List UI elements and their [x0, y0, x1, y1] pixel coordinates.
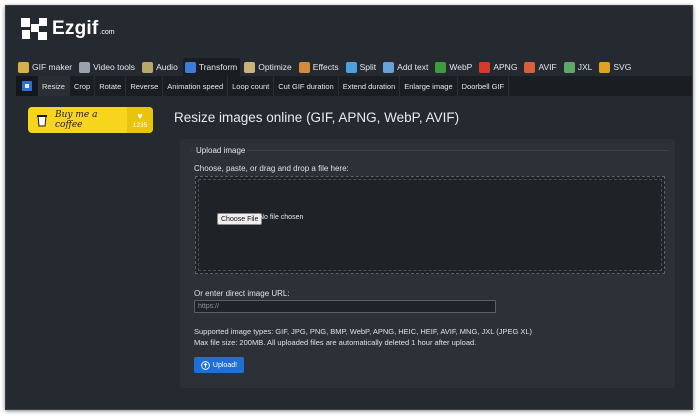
- subnav-item-loop-count[interactable]: Loop count: [228, 76, 275, 96]
- nav-item-label: AVIF: [538, 62, 557, 72]
- nav-item-label: Optimize: [258, 62, 292, 72]
- page-title: Resize images online (GIF, APNG, WebP, A…: [174, 110, 460, 125]
- upload-panel: Upload image Choose, paste, or drag and …: [180, 139, 675, 388]
- subnav-item-enlarge-image[interactable]: Enlarge image: [400, 76, 458, 96]
- add-text-icon: [383, 61, 395, 73]
- nav-item-video-tools[interactable]: Video tools: [77, 58, 138, 76]
- url-label: Or enter direct image URL:: [194, 289, 290, 298]
- brand-tld: .com: [99, 28, 115, 36]
- ezgif-logo-icon: [19, 16, 49, 42]
- nav-item-audio[interactable]: Audio: [140, 58, 181, 76]
- drop-zone[interactable]: Choose File No file chosen: [195, 176, 665, 274]
- subnav-item-resize[interactable]: Resize: [38, 76, 70, 96]
- coffee-cup-icon: [35, 113, 49, 127]
- image-url-input[interactable]: [194, 300, 496, 313]
- drop-zone-inner: [198, 179, 662, 271]
- nav-item-label: Add text: [397, 62, 429, 72]
- nav-item-label: Video tools: [93, 62, 136, 72]
- nav-item-label: APNG: [493, 62, 518, 72]
- nav-item-label: GIF maker: [32, 62, 73, 72]
- coffee-count: 1235: [132, 121, 148, 129]
- webp-icon: [435, 61, 447, 73]
- audio-icon: [142, 61, 154, 73]
- upload-legend: Upload image: [194, 146, 248, 155]
- subnav-item-extend-duration[interactable]: Extend duration: [339, 76, 401, 96]
- gif-maker-icon: [18, 61, 29, 73]
- avif-icon: [524, 61, 536, 73]
- heart-icon: ♥: [137, 110, 143, 121]
- brand-name: Ezgif: [52, 18, 99, 39]
- choose-file-label: Choose, paste, or drag and drop a file h…: [194, 164, 349, 173]
- split-icon: [345, 61, 357, 73]
- nav-item-split[interactable]: Split: [344, 58, 380, 76]
- upload-button[interactable]: Upload!: [194, 357, 244, 373]
- supported-types-line: Supported image types: GIF, JPG, PNG, BM…: [194, 327, 533, 336]
- jxl-icon: [563, 61, 575, 73]
- subnav-item-crop[interactable]: Crop: [70, 76, 96, 96]
- nav-item-effects[interactable]: Effects: [297, 58, 342, 76]
- sub-nav: Resize Crop Rotate Reverse Animation speed Lo…: [16, 76, 692, 96]
- nav-item-transform[interactable]: Transform: [182, 58, 241, 76]
- nav-item-webp[interactable]: WebP: [433, 58, 475, 76]
- nav-item-add-text[interactable]: Add text: [381, 58, 431, 76]
- upload-button-label: Upload!: [212, 361, 238, 369]
- subnav-item-cut-gif-duration[interactable]: Cut GIF duration: [274, 76, 339, 96]
- nav-item-label: Audio: [156, 62, 178, 72]
- subnav-item-animation-speed[interactable]: Animation speed: [163, 76, 229, 96]
- max-file-size-line: Max file size: 200MB. All uploaded files…: [194, 337, 477, 347]
- film-icon: [79, 61, 91, 73]
- nav-item-label: SVG: [613, 62, 632, 72]
- apng-icon: [479, 61, 491, 73]
- svg-icon: [599, 61, 611, 73]
- browser-viewport: Ezgif .com GIF maker Video tools Audio Tran…: [5, 5, 693, 410]
- nav-item-apng[interactable]: APNG: [477, 58, 520, 76]
- nav-item-jxl[interactable]: JXL: [562, 58, 596, 76]
- supported-types-text: Supported image types: GIF, JPG, PNG, BM…: [194, 327, 664, 348]
- optimize-icon: [244, 61, 256, 73]
- coffee-label: Buy me a coffee: [55, 110, 98, 130]
- nav-item-svg[interactable]: SVG: [597, 58, 634, 76]
- cloud-upload-icon: [201, 360, 210, 370]
- buy-me-a-coffee-button[interactable]: Buy me a coffee ♥ 1235: [28, 107, 153, 133]
- nav-item-label: Effects: [312, 62, 339, 72]
- fieldset-border: [190, 150, 669, 151]
- nav-item-optimize[interactable]: Optimize: [242, 58, 295, 76]
- effects-icon: [298, 61, 310, 73]
- nav-item-label: Split: [359, 62, 377, 72]
- transform-icon: [184, 61, 196, 73]
- transform-home-icon[interactable]: [16, 76, 38, 96]
- main-nav: GIF maker Video tools Audio Transform Optimi…: [16, 58, 636, 76]
- coffee-count-badge: ♥ 1235: [127, 107, 153, 133]
- nav-item-label: JXL: [577, 62, 593, 72]
- no-file-text: No file chosen: [259, 214, 304, 221]
- choose-file-button[interactable]: Choose File: [217, 213, 263, 225]
- nav-item-avif[interactable]: AVIF: [522, 58, 559, 76]
- subnav-item-reverse[interactable]: Reverse: [126, 76, 164, 96]
- site-logo[interactable]: Ezgif .com: [19, 16, 115, 42]
- subnav-item-doorbell-gif[interactable]: Doorbell GIF: [458, 76, 510, 96]
- nav-item-label: WebP: [449, 62, 473, 72]
- nav-item-label: Transform: [198, 62, 238, 72]
- nav-item-gif-maker[interactable]: GIF maker: [16, 58, 75, 76]
- subnav-item-rotate[interactable]: Rotate: [95, 76, 127, 96]
